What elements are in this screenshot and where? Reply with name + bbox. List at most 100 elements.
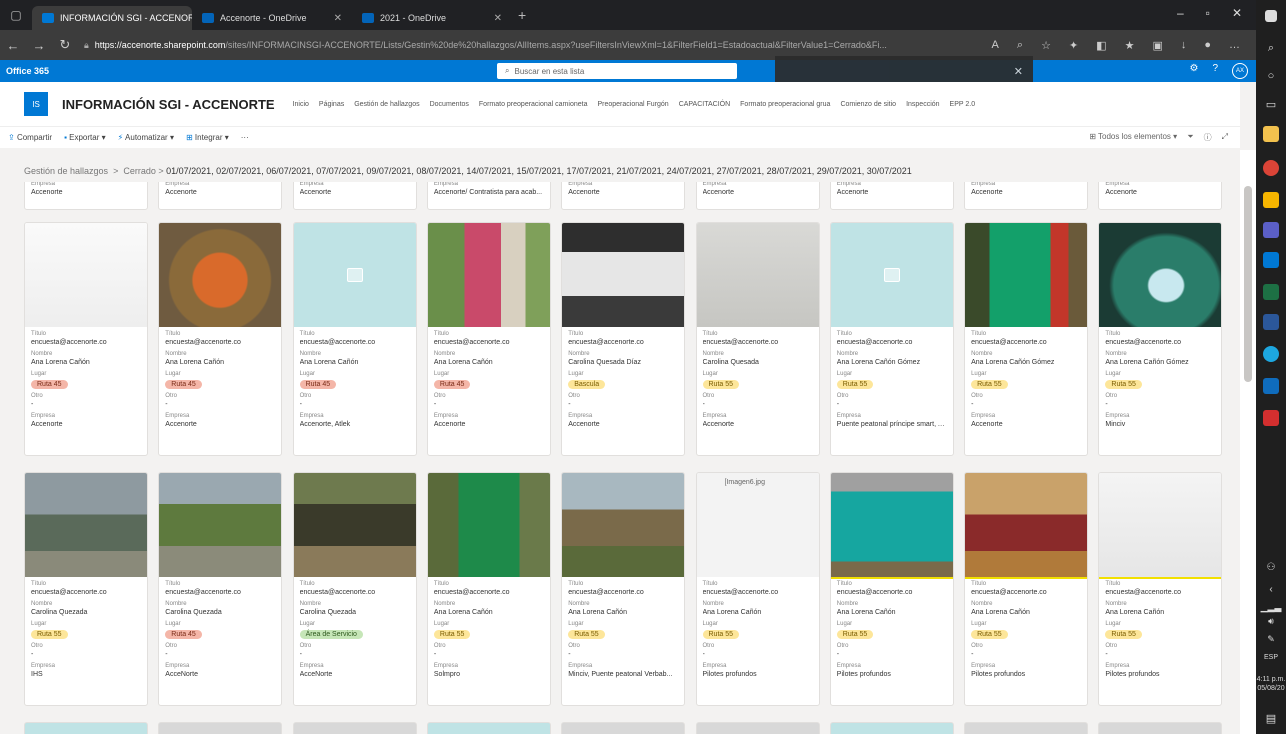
gallery-card[interactable]: Empresa Accenorte bbox=[292, 182, 417, 210]
gallery-card[interactable]: Empresa Accenorte bbox=[1098, 182, 1223, 210]
gallery-card[interactable]: Título encuesta@accenorte.co Nombre Ana Lor… bbox=[24, 222, 148, 456]
clock-date[interactable]: 05/08/20 bbox=[1256, 685, 1286, 692]
gallery-card[interactable]: Título encuesta@accenorte.co Nombre Ana Lor… bbox=[964, 472, 1089, 706]
show-hidden-icons[interactable]: ‹ bbox=[1256, 584, 1286, 595]
photos-icon[interactable] bbox=[1263, 378, 1279, 394]
favorites-bar-icon[interactable]: ★ bbox=[1125, 39, 1135, 52]
automate-button[interactable]: ⚡ Automatizar ▾ bbox=[118, 133, 174, 142]
nav-inspeccion[interactable]: Inspección bbox=[906, 101, 939, 108]
gallery-card[interactable]: Empresa Accenorte bbox=[158, 182, 283, 210]
gallery-card[interactable] bbox=[24, 722, 148, 734]
gallery-card[interactable]: Título encuesta@accenorte.co Nombre Carolin… bbox=[292, 472, 417, 706]
gallery-card[interactable]: Empresa Accenorte bbox=[695, 182, 820, 210]
file-explorer-icon[interactable] bbox=[1263, 126, 1279, 142]
gallery-card[interactable]: Título encuesta@accenorte.co Nombre Ana Lor… bbox=[829, 222, 954, 456]
gallery-card[interactable]: Empresa Accenorte bbox=[561, 182, 686, 210]
expand-icon[interactable]: ⤢ bbox=[1222, 132, 1228, 143]
gallery-card[interactable] bbox=[426, 722, 551, 734]
tab-informacion-sgi[interactable]: INFORMACIÓN SGI - ACCENORT ✕ bbox=[32, 6, 192, 30]
word-icon[interactable] bbox=[1263, 314, 1279, 330]
gallery-card[interactable]: Título encuesta@accenorte.co Nombre Ana Lor… bbox=[1098, 222, 1223, 456]
refresh-icon[interactable]: ↻ bbox=[52, 37, 78, 53]
settings-icon[interactable]: ⚙ bbox=[1189, 63, 1198, 79]
card-image[interactable] bbox=[25, 473, 147, 577]
gallery-card[interactable]: Título encuesta@accenorte.co Nombre Ana Lor… bbox=[426, 472, 551, 706]
acrobat-icon[interactable] bbox=[1263, 410, 1279, 426]
nav-epp[interactable]: EPP 2.0 bbox=[950, 101, 976, 108]
pen-icon[interactable]: ✎ bbox=[1256, 634, 1286, 645]
share-button[interactable]: ⇪ Compartir bbox=[8, 133, 52, 142]
card-image[interactable] bbox=[159, 223, 282, 327]
gallery-card[interactable]: Título encuesta@accenorte.co Nombre Ana Lor… bbox=[561, 472, 686, 706]
card-image[interactable] bbox=[293, 473, 416, 577]
teams-icon[interactable] bbox=[1263, 222, 1279, 238]
people-icon[interactable]: ⚇ bbox=[1256, 562, 1286, 573]
extension-icon[interactable]: ✦ bbox=[1069, 39, 1078, 52]
close-tab-icon[interactable]: ✕ bbox=[334, 13, 342, 24]
nav-comienzo-sitio[interactable]: Comienzo de sitio bbox=[840, 101, 896, 108]
forward-icon[interactable]: → bbox=[26, 38, 52, 53]
start-icon[interactable] bbox=[1265, 10, 1277, 22]
gallery-card[interactable] bbox=[964, 722, 1089, 734]
card-image[interactable] bbox=[427, 223, 550, 327]
restore-icon[interactable]: ▫ bbox=[1206, 6, 1210, 20]
back-icon[interactable]: ← bbox=[0, 38, 26, 53]
gallery-card[interactable] bbox=[1098, 722, 1223, 734]
card-image[interactable] bbox=[965, 473, 1088, 579]
gallery-card[interactable]: Título encuesta@accenorte.co Nombre Ana Lor… bbox=[1098, 472, 1223, 706]
download-icon[interactable]: ↓ bbox=[1181, 39, 1187, 52]
sticky-notes-icon[interactable] bbox=[1263, 192, 1279, 208]
card-image[interactable] bbox=[427, 473, 550, 577]
edge-icon[interactable] bbox=[1263, 346, 1279, 362]
nav-capacitacion[interactable]: CAPACITACIÓN bbox=[679, 101, 730, 108]
search-icon[interactable]: ⌕ bbox=[1256, 42, 1286, 55]
profile-icon[interactable]: ● bbox=[1204, 39, 1211, 52]
volume-icon[interactable]: 🔊︎ bbox=[1256, 616, 1286, 627]
gallery-card[interactable]: Título encuesta@accenorte.co Nombre Ana Lor… bbox=[292, 222, 417, 456]
tab-actions-icon[interactable]: ▢ bbox=[0, 0, 32, 30]
gallery-card[interactable]: Título encuesta@accenorte.co Nombre Ana Lor… bbox=[964, 222, 1089, 456]
gallery-card[interactable]: Título encuesta@accenorte.co Nombre Carolin… bbox=[158, 472, 283, 706]
card-image[interactable] bbox=[293, 223, 416, 327]
card-image[interactable] bbox=[830, 223, 953, 327]
gallery-card[interactable] bbox=[829, 722, 954, 734]
nav-gestion-hallazgos[interactable]: Gestión de hallazgos bbox=[354, 101, 419, 108]
view-selector[interactable]: ⊞ Todos los elementos ▾ bbox=[1089, 132, 1177, 143]
tab-2021-onedrive[interactable]: 2021 - OneDrive ✕ bbox=[352, 6, 512, 30]
nav-documentos[interactable]: Documentos bbox=[430, 101, 469, 108]
card-image[interactable] bbox=[830, 473, 953, 579]
nav-formato-camioneta[interactable]: Formato preoperacional camioneta bbox=[479, 101, 588, 108]
zoom-icon[interactable]: ⌕ bbox=[1017, 39, 1023, 52]
gallery-card[interactable]: [Imagen6.jpg Título encuesta@accenorte.co N… bbox=[695, 472, 820, 706]
gallery-card[interactable] bbox=[292, 722, 417, 734]
export-button[interactable]: ▪ Exportar ▾ bbox=[64, 133, 106, 142]
gallery-card[interactable]: Título encuesta@accenorte.co Nombre Carolin… bbox=[24, 472, 148, 706]
gallery-card[interactable] bbox=[561, 722, 686, 734]
integrate-button[interactable]: ⊞ Integrar ▾ bbox=[186, 133, 229, 142]
network-icon[interactable]: ▁▂▃ bbox=[1256, 602, 1286, 613]
close-tab-icon[interactable]: ✕ bbox=[494, 13, 502, 24]
nav-preoperacional-furgon[interactable]: Preoperacional Furgón bbox=[597, 101, 668, 108]
office-brand[interactable]: Office 365 bbox=[0, 66, 49, 76]
notifications-icon[interactable]: ▤ bbox=[1256, 712, 1286, 725]
chrome-icon[interactable] bbox=[1263, 160, 1279, 176]
close-window-icon[interactable]: ✕ bbox=[1232, 6, 1242, 20]
gallery-card[interactable]: Título encuesta@accenorte.co Nombre Ana Lor… bbox=[829, 472, 954, 706]
info-icon[interactable]: ⓘ bbox=[1204, 132, 1212, 143]
url-field[interactable]: 🔒︎ https://accenorte.sharepoint.com/site… bbox=[84, 35, 904, 55]
card-image[interactable] bbox=[25, 223, 147, 327]
nav-inicio[interactable]: Inicio bbox=[293, 101, 309, 108]
scrollbar-thumb[interactable] bbox=[1244, 186, 1252, 382]
more-icon[interactable]: … bbox=[1229, 39, 1240, 52]
collections-icon[interactable]: ▣ bbox=[1152, 39, 1162, 52]
clock-time[interactable]: 4:11 p.m. bbox=[1256, 676, 1286, 683]
page-scrollbar[interactable] bbox=[1240, 150, 1256, 734]
gallery-card[interactable]: Empresa Accenorte bbox=[964, 182, 1089, 210]
gallery-card[interactable]: Título encuesta@accenorte.co Nombre Carolin… bbox=[561, 222, 686, 456]
site-title[interactable]: INFORMACIÓN SGI - ACCENORTE bbox=[62, 97, 275, 112]
nav-formato-grua[interactable]: Formato preoperacional grua bbox=[740, 101, 830, 108]
nav-paginas[interactable]: Páginas bbox=[319, 101, 344, 108]
gallery-card[interactable]: Empresa Accenorte bbox=[24, 182, 148, 210]
card-image[interactable] bbox=[1099, 223, 1222, 327]
help-icon[interactable]: ? bbox=[1212, 63, 1218, 79]
